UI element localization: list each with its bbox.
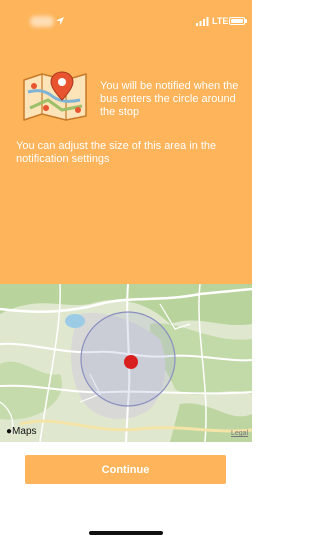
battery-tip: [245, 19, 247, 23]
map-pin-illustration-icon: [23, 71, 87, 121]
notification-onboarding-screen: LTE You will be notified when the bus en…: [0, 0, 252, 540]
adjust-description: You can adjust the size of this area in …: [16, 140, 217, 165]
status-time-blurred: [30, 16, 54, 27]
home-indicator[interactable]: [89, 531, 163, 535]
map-tiles: [0, 284, 252, 442]
notify-description: You will be notified when the bus enters…: [100, 80, 239, 118]
legal-link[interactable]: Legal: [231, 429, 248, 438]
info-panel: LTE You will be notified when the bus en…: [0, 0, 252, 284]
stop-map[interactable]: [0, 284, 252, 442]
continue-button[interactable]: Continue: [25, 455, 226, 484]
network-type-label: LTE: [212, 16, 229, 26]
status-bar: LTE: [0, 0, 252, 44]
maps-attribution-label: Maps: [12, 426, 37, 437]
location-arrow-icon: [56, 17, 64, 25]
maps-attribution: ●Maps: [6, 426, 37, 438]
signal-bars-icon: [196, 17, 209, 26]
battery-icon: [229, 17, 245, 25]
stop-marker: [124, 355, 138, 369]
